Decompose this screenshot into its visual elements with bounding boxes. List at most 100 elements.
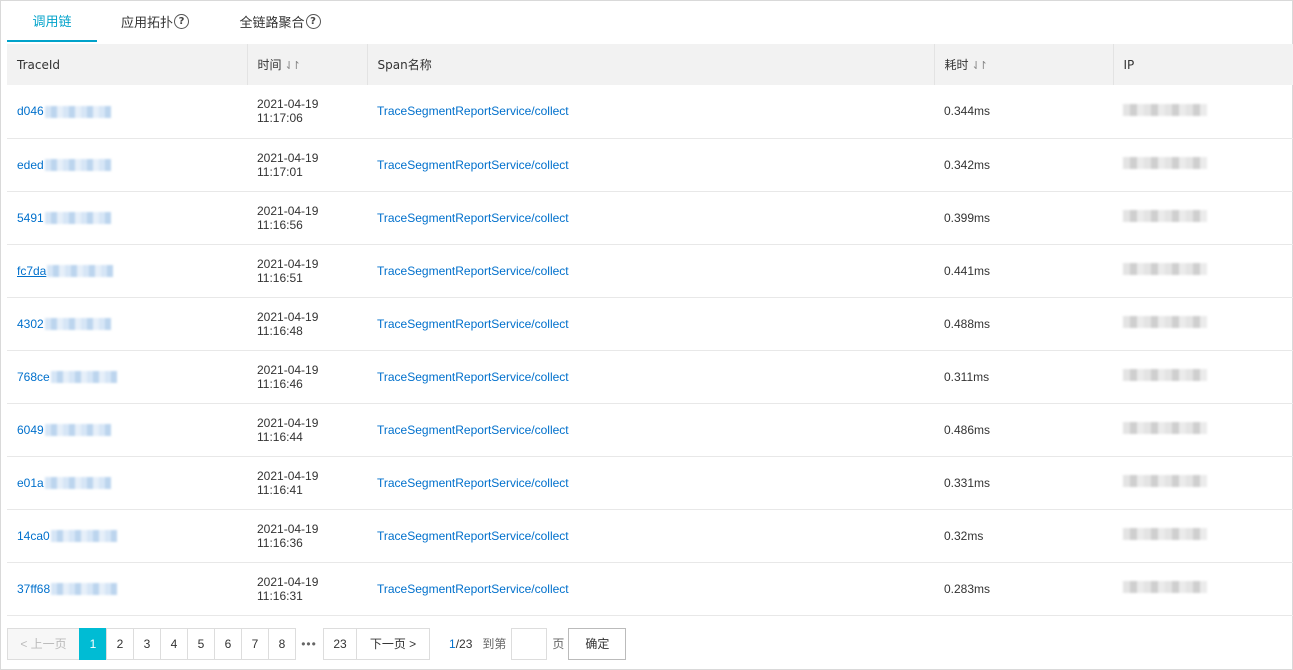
span-name-cell[interactable]: TraceSegmentReportService/collect	[367, 403, 934, 457]
tab-call-chain[interactable]: 调用链	[7, 1, 97, 42]
page-button[interactable]: 5	[187, 627, 215, 660]
column-header-time[interactable]: 时间 ⇃↾	[247, 44, 368, 85]
duration-cell: 0.311ms	[934, 350, 1113, 404]
span-name-cell[interactable]: TraceSegmentReportService/collect	[367, 244, 934, 298]
traceid-link[interactable]: 768ce	[17, 370, 50, 384]
tab-label: 应用拓扑	[120, 16, 173, 31]
duration-cell: 0.342ms	[934, 138, 1113, 192]
page-button[interactable]: 3	[133, 627, 161, 660]
page-button[interactable]: 4	[160, 627, 188, 660]
time-cell: 2021-04-19 11:16:31	[247, 562, 367, 616]
tab-full-chain-aggregation[interactable]: 全链路聚合 ?	[213, 1, 347, 42]
page-button[interactable]: 8	[268, 627, 296, 660]
traceid-link[interactable]: 6049	[17, 423, 44, 437]
date-text: 2021-04-19	[257, 574, 319, 589]
span-name-cell[interactable]: TraceSegmentReportService/collect	[367, 138, 934, 192]
redacted-traceid	[44, 424, 111, 437]
page-ellipsis: •••	[301, 636, 317, 651]
span-name-cell[interactable]: TraceSegmentReportService/collect	[367, 85, 934, 139]
traceid-cell[interactable]: 768ce	[7, 350, 247, 404]
traceid-cell[interactable]: eded	[7, 138, 247, 192]
span-name-link[interactable]: TraceSegmentReportService/collect	[377, 476, 569, 490]
pagination: < 上一页 1 2 3 4 5 6 7 8 ••• 23 下一页 > 1/23 …	[7, 627, 627, 660]
redacted-ip	[1123, 369, 1207, 381]
time-text: 11:16:36	[257, 535, 303, 550]
span-name-cell[interactable]: TraceSegmentReportService/collect	[367, 456, 934, 510]
traceid-cell[interactable]: 4302	[7, 297, 247, 351]
traceid-link[interactable]: 14ca0	[17, 529, 50, 543]
traceid-link[interactable]: e01a	[17, 476, 44, 490]
span-name-cell[interactable]: TraceSegmentReportService/collect	[367, 509, 934, 563]
span-name-cell[interactable]: TraceSegmentReportService/collect	[367, 297, 934, 351]
traceid-cell[interactable]: fc7da	[7, 244, 247, 298]
redacted-traceid	[44, 212, 111, 225]
traceid-cell[interactable]: 37ff68	[7, 562, 247, 616]
page-button[interactable]: 6	[214, 627, 242, 660]
span-name-link[interactable]: TraceSegmentReportService/collect	[377, 423, 569, 437]
sort-icon[interactable]: ⇃↾	[972, 59, 989, 72]
sort-icon[interactable]: ⇃↾	[285, 59, 302, 72]
date-text: 2021-04-19	[257, 97, 319, 112]
table-row: fc7da 2021-04-19 11:16:51 TraceSegmentRepor…	[7, 244, 1293, 298]
page-button[interactable]: 1	[79, 627, 107, 660]
span-name-link[interactable]: TraceSegmentReportService/collect	[377, 582, 569, 596]
time-text: 11:17:01	[257, 164, 303, 179]
traceid-link[interactable]: 4302	[17, 317, 44, 331]
page-button[interactable]: 7	[241, 627, 269, 660]
traceid-link[interactable]: fc7da	[17, 264, 46, 278]
date-text: 2021-04-19	[257, 309, 319, 324]
tab-app-topology[interactable]: 应用拓扑 ?	[97, 1, 213, 42]
traceid-link[interactable]: d046	[17, 104, 44, 118]
traceid-link[interactable]: 37ff68	[17, 582, 50, 596]
span-name-link[interactable]: TraceSegmentReportService/collect	[377, 158, 569, 172]
time-text: 11:16:56	[257, 217, 303, 232]
column-header-traceid: TraceId	[7, 44, 248, 85]
time-text: 11:17:06	[257, 111, 303, 126]
prev-page-button[interactable]: < 上一页	[7, 627, 80, 660]
traceid-cell[interactable]: e01a	[7, 456, 247, 510]
help-icon[interactable]: ?	[305, 14, 321, 29]
redacted-ip	[1123, 316, 1207, 328]
span-name-cell[interactable]: TraceSegmentReportService/collect	[367, 562, 934, 616]
time-cell: 2021-04-19 11:17:01	[247, 138, 367, 192]
redacted-traceid	[44, 318, 111, 331]
ip-cell	[1113, 562, 1293, 616]
table-row: d046 2021-04-19 11:17:06 TraceSegmentReport…	[7, 85, 1293, 139]
next-page-button[interactable]: 下一页 >	[356, 627, 430, 660]
date-text: 2021-04-19	[257, 521, 319, 536]
confirm-button[interactable]: 确定	[568, 627, 627, 660]
span-name-cell[interactable]: TraceSegmentReportService/collect	[367, 350, 934, 404]
table-row: 6049 2021-04-19 11:16:44 TraceSegmentReport…	[7, 403, 1293, 457]
table-row: 37ff68 2021-04-19 11:16:31 TraceSegmentRepo…	[7, 562, 1293, 616]
time-cell: 2021-04-19 11:17:06	[247, 85, 367, 139]
span-name-link[interactable]: TraceSegmentReportService/collect	[377, 317, 569, 331]
help-icon[interactable]: ?	[174, 14, 189, 29]
span-name-link[interactable]: TraceSegmentReportService/collect	[377, 211, 569, 225]
traceid-cell[interactable]: d046	[7, 85, 247, 139]
time-cell: 2021-04-19 11:16:48	[247, 297, 367, 351]
goto-page-input[interactable]	[511, 627, 548, 660]
column-header-duration[interactable]: 耗时 ⇃↾	[934, 44, 1114, 85]
duration-cell: 0.399ms	[934, 191, 1113, 245]
span-name-link[interactable]: TraceSegmentReportService/collect	[377, 104, 569, 118]
span-name-cell[interactable]: TraceSegmentReportService/collect	[367, 191, 934, 245]
duration-text: 0.32ms	[944, 528, 984, 543]
span-name-link[interactable]: TraceSegmentReportService/collect	[377, 529, 569, 543]
date-text: 2021-04-19	[257, 256, 319, 271]
last-page-button[interactable]: 23	[323, 627, 357, 660]
time-cell: 2021-04-19 11:16:41	[247, 456, 367, 510]
traceid-cell[interactable]: 6049	[7, 403, 247, 457]
total-pages: /23	[455, 636, 473, 651]
traceid-link[interactable]: eded	[17, 158, 44, 172]
traceid-cell[interactable]: 5491	[7, 191, 247, 245]
duration-text: 0.331ms	[944, 475, 991, 490]
page-button[interactable]: 2	[106, 627, 134, 660]
duration-cell: 0.488ms	[934, 297, 1113, 351]
span-name-link[interactable]: TraceSegmentReportService/collect	[377, 370, 569, 384]
redacted-traceid	[44, 477, 111, 490]
time-cell: 2021-04-19 11:16:51	[247, 244, 367, 298]
traceid-link[interactable]: 5491	[17, 211, 44, 225]
table-row: 4302 2021-04-19 11:16:48 TraceSegmentReport…	[7, 297, 1293, 351]
span-name-link[interactable]: TraceSegmentReportService/collect	[377, 264, 569, 278]
traceid-cell[interactable]: 14ca0	[7, 509, 247, 563]
